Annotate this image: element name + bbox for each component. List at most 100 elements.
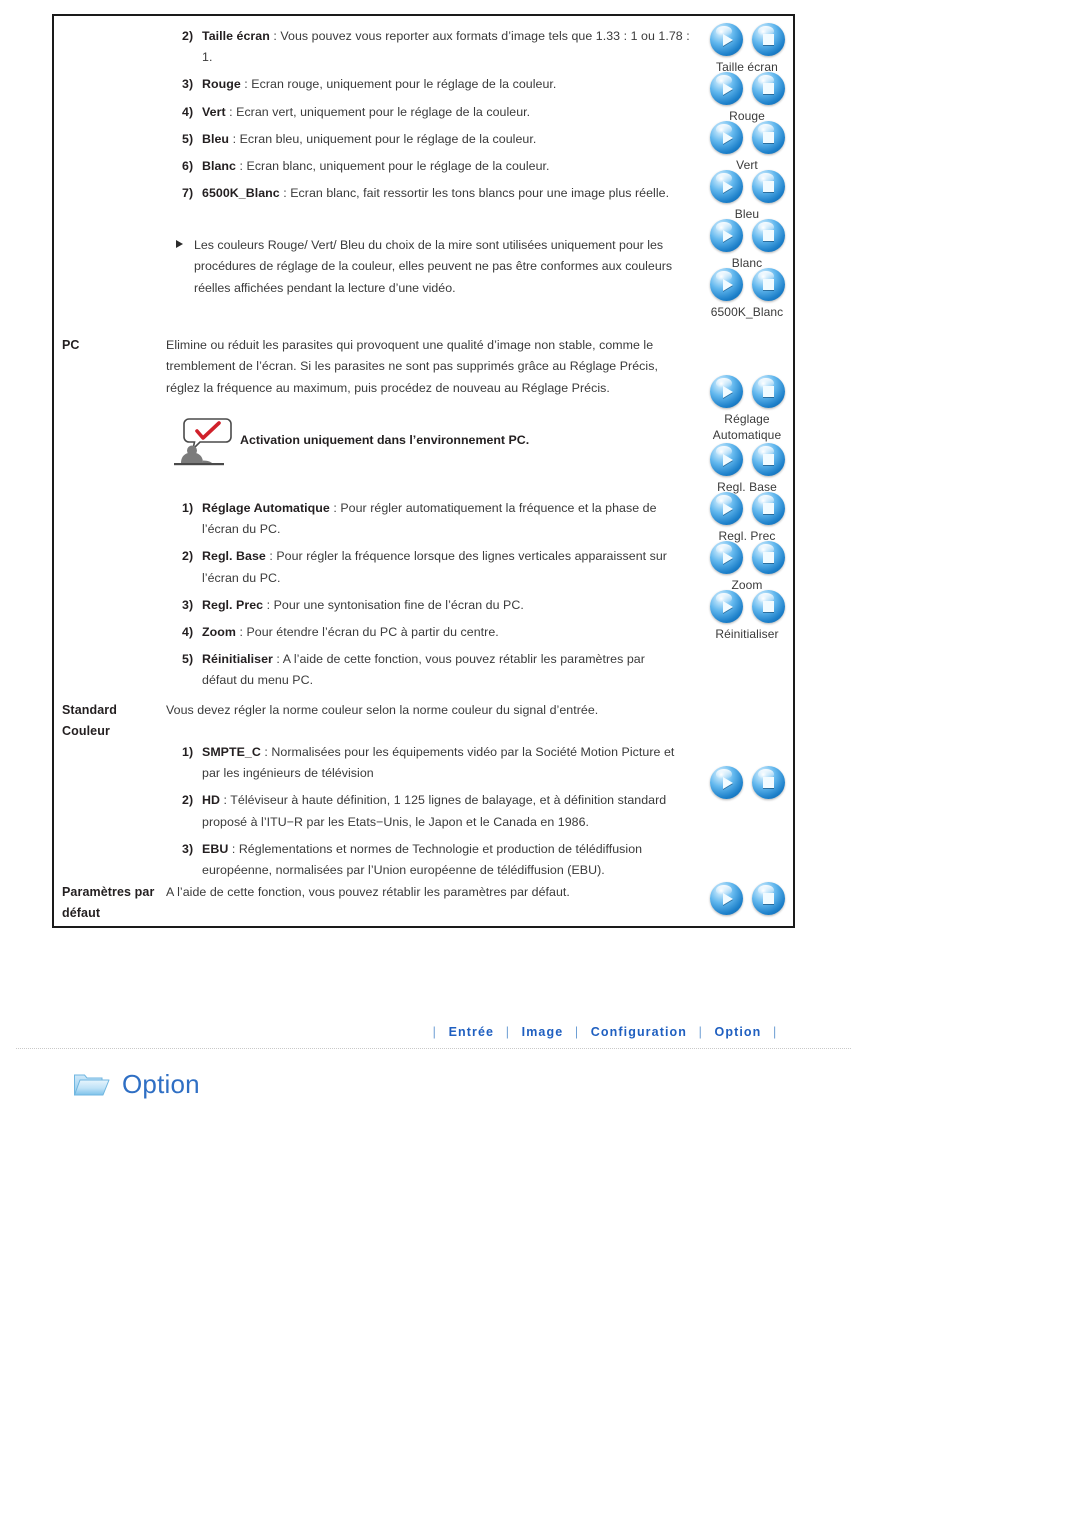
item-number: 4) <box>182 104 194 119</box>
osd-button-pair <box>702 72 792 105</box>
osd-button-pair <box>699 541 795 574</box>
item-separator: : <box>231 841 236 856</box>
osd-play-button[interactable] <box>709 170 743 203</box>
osd-play-button[interactable] <box>709 590 743 623</box>
item-term: Bleu <box>202 131 230 146</box>
osd-play-button[interactable] <box>709 72 743 105</box>
stop-icon <box>752 882 785 915</box>
item-term: Taille écran <box>202 29 270 43</box>
list-item: 4) Zoom : Pour étendre l’écran du PC à p… <box>182 622 682 643</box>
osd-stop-button[interactable] <box>751 375 785 408</box>
section-heading-option: Option <box>72 1068 200 1100</box>
item-text: Réglementations et normes de Technologie… <box>202 841 643 878</box>
osd-group-regl-prec: Regl. Prec <box>699 492 795 544</box>
play-icon <box>710 121 743 154</box>
osd-group-reinitialiser: Réinitialiser <box>694 590 800 642</box>
list-item: 6) Blanc : Ecran blanc, uniquement pour … <box>182 156 692 177</box>
item-number: 2) <box>182 29 194 43</box>
nav-separator: | <box>505 1025 511 1039</box>
item-text: Pour une syntonisation fine de l’écran d… <box>273 597 524 612</box>
item-number: 3) <box>182 841 194 856</box>
pc-item-list: 1) Réglage Automatique : Pour régler aut… <box>182 498 682 692</box>
row-label-text: PC <box>62 338 80 352</box>
osd-button-pair <box>702 121 792 154</box>
osd-button-pair <box>699 443 795 476</box>
play-icon <box>710 492 743 525</box>
item-separator: : <box>273 29 277 43</box>
osd-play-button[interactable] <box>709 121 743 154</box>
note-text: Les couleurs Rouge/ Vert/ Bleu du choix … <box>194 238 673 295</box>
image-item-list: 2) Taille écran : Vous pouvez vous repor… <box>182 26 692 204</box>
footer-nav-links: | Entrée | Image | Configuration | Optio… <box>426 1025 785 1039</box>
nav-link-entree[interactable]: Entrée <box>449 1025 495 1039</box>
list-item: 5) Réinitialiser : A l’aide de cette fon… <box>182 649 682 691</box>
list-item: 2) HD : Téléviseur à haute définition, 1… <box>182 790 694 832</box>
play-icon <box>710 882 743 915</box>
row-label-standard-couleur: Standard Couleur <box>62 700 117 742</box>
nav-link-configuration[interactable]: Configuration <box>591 1025 687 1039</box>
item-separator: : <box>276 652 280 667</box>
item-separator: : <box>283 186 287 201</box>
osd-button-pair <box>702 23 792 56</box>
nav-link-option[interactable]: Option <box>715 1025 762 1039</box>
osd-play-button[interactable] <box>709 268 743 301</box>
row-label-line2: défaut <box>62 906 101 920</box>
item-number: 2) <box>182 793 194 808</box>
osd-group-6500k-blanc: 6500K_Blanc <box>694 268 800 320</box>
osd-stop-button[interactable] <box>751 541 785 574</box>
item-term: Réglage Automatique <box>202 501 330 515</box>
footer-navigation: | Entrée | Image | Configuration | Optio… <box>0 1025 1080 1039</box>
osd-stop-button[interactable] <box>751 590 785 623</box>
osd-stop-button[interactable] <box>751 72 785 105</box>
osd-stop-button[interactable] <box>751 443 785 476</box>
stop-icon <box>752 170 785 203</box>
osd-stop-button[interactable] <box>751 219 785 252</box>
osd-group-standard-couleur <box>699 766 795 802</box>
item-number: 1) <box>182 501 194 515</box>
osd-play-button[interactable] <box>709 219 743 252</box>
osd-stop-button[interactable] <box>751 766 785 799</box>
osd-play-button[interactable] <box>709 23 743 56</box>
osd-play-button[interactable] <box>709 541 743 574</box>
item-term: Réinitialiser <box>202 652 273 667</box>
item-text: Ecran rouge, uniquement pour le réglage … <box>251 77 557 92</box>
osd-group-label: 6500K_Blanc <box>710 305 784 319</box>
item-number: 7) <box>182 186 194 201</box>
nav-separator: | <box>432 1025 438 1039</box>
nav-link-image[interactable]: Image <box>522 1025 564 1039</box>
stop-icon <box>752 443 785 476</box>
list-item: 2) Regl. Base : Pour régler la fréquence… <box>182 546 682 588</box>
play-icon <box>710 72 743 105</box>
osd-play-button[interactable] <box>709 443 743 476</box>
osd-play-button[interactable] <box>709 766 743 799</box>
osd-play-button[interactable] <box>709 882 743 915</box>
osd-stop-button[interactable] <box>751 882 785 915</box>
item-separator: : <box>264 745 268 759</box>
item-separator: : <box>229 104 233 119</box>
stop-icon <box>752 23 785 56</box>
osd-stop-button[interactable] <box>751 23 785 56</box>
list-item: 5) Bleu : Ecran bleu, uniquement pour le… <box>182 129 692 150</box>
item-term: HD <box>202 793 220 808</box>
play-icon <box>710 443 743 476</box>
defaults-section-text: A l’aide de cette fonction, vous pouvez … <box>166 882 686 903</box>
pc-tip-note: Activation uniquement dans l’environneme… <box>172 416 602 468</box>
osd-stop-button[interactable] <box>751 268 785 301</box>
osd-stop-button[interactable] <box>751 170 785 203</box>
item-number: 1) <box>182 745 194 759</box>
item-number: 5) <box>182 652 194 667</box>
section-heading-title: Option <box>122 1068 200 1099</box>
item-text: Normalisées pour les équipements vidéo p… <box>202 745 675 781</box>
stop-icon <box>752 590 785 623</box>
osd-stop-button[interactable] <box>751 492 785 525</box>
item-term: SMPTE_C <box>202 745 261 759</box>
play-icon <box>710 23 743 56</box>
list-item: 2) Taille écran : Vous pouvez vous repor… <box>182 26 692 68</box>
row-label-line1: Standard <box>62 703 117 717</box>
play-icon <box>710 766 743 799</box>
item-text: Ecran vert, uniquement pour le réglage d… <box>236 104 531 119</box>
osd-stop-button[interactable] <box>751 121 785 154</box>
item-term: Vert <box>202 104 226 119</box>
osd-play-button[interactable] <box>709 375 743 408</box>
osd-play-button[interactable] <box>709 492 743 525</box>
